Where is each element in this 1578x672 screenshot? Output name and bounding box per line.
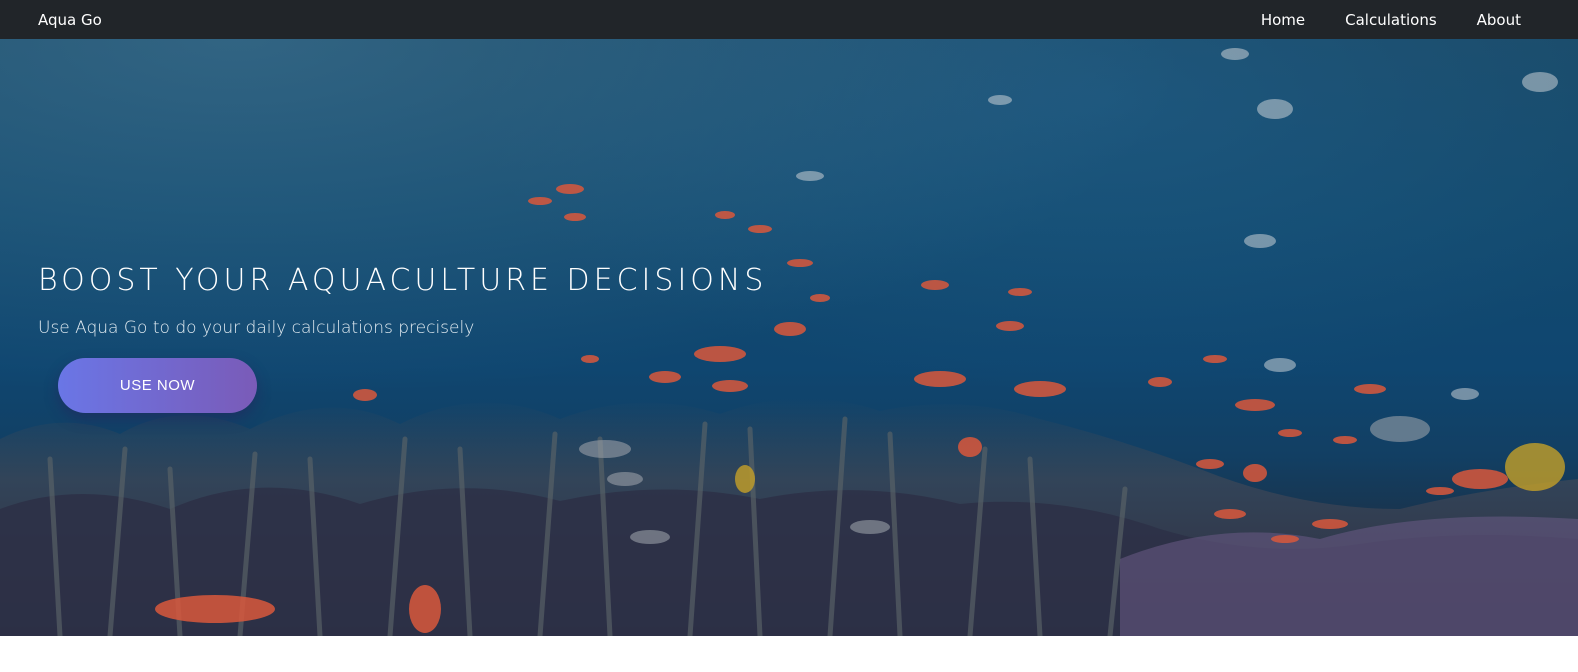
- nav-link-home[interactable]: Home: [1261, 0, 1305, 40]
- hero-section: BOOST YOUR AQUACULTURE DECISIONS Use Aqu…: [0, 39, 1578, 636]
- nav-link-about[interactable]: About: [1477, 0, 1521, 40]
- top-navbar: Aqua Go Home Calculations About: [0, 0, 1578, 39]
- page-bottom-area: [0, 636, 1578, 672]
- brand-logo-link[interactable]: Aqua Go: [38, 0, 102, 39]
- hero-subtitle: Use Aqua Go to do your daily calculation…: [38, 318, 475, 338]
- use-now-button[interactable]: USE NOW: [58, 358, 257, 413]
- nav-link-calculations[interactable]: Calculations: [1345, 0, 1437, 40]
- nav-links: Home Calculations About: [1261, 0, 1521, 39]
- hero-title: BOOST YOUR AQUACULTURE DECISIONS: [38, 263, 768, 298]
